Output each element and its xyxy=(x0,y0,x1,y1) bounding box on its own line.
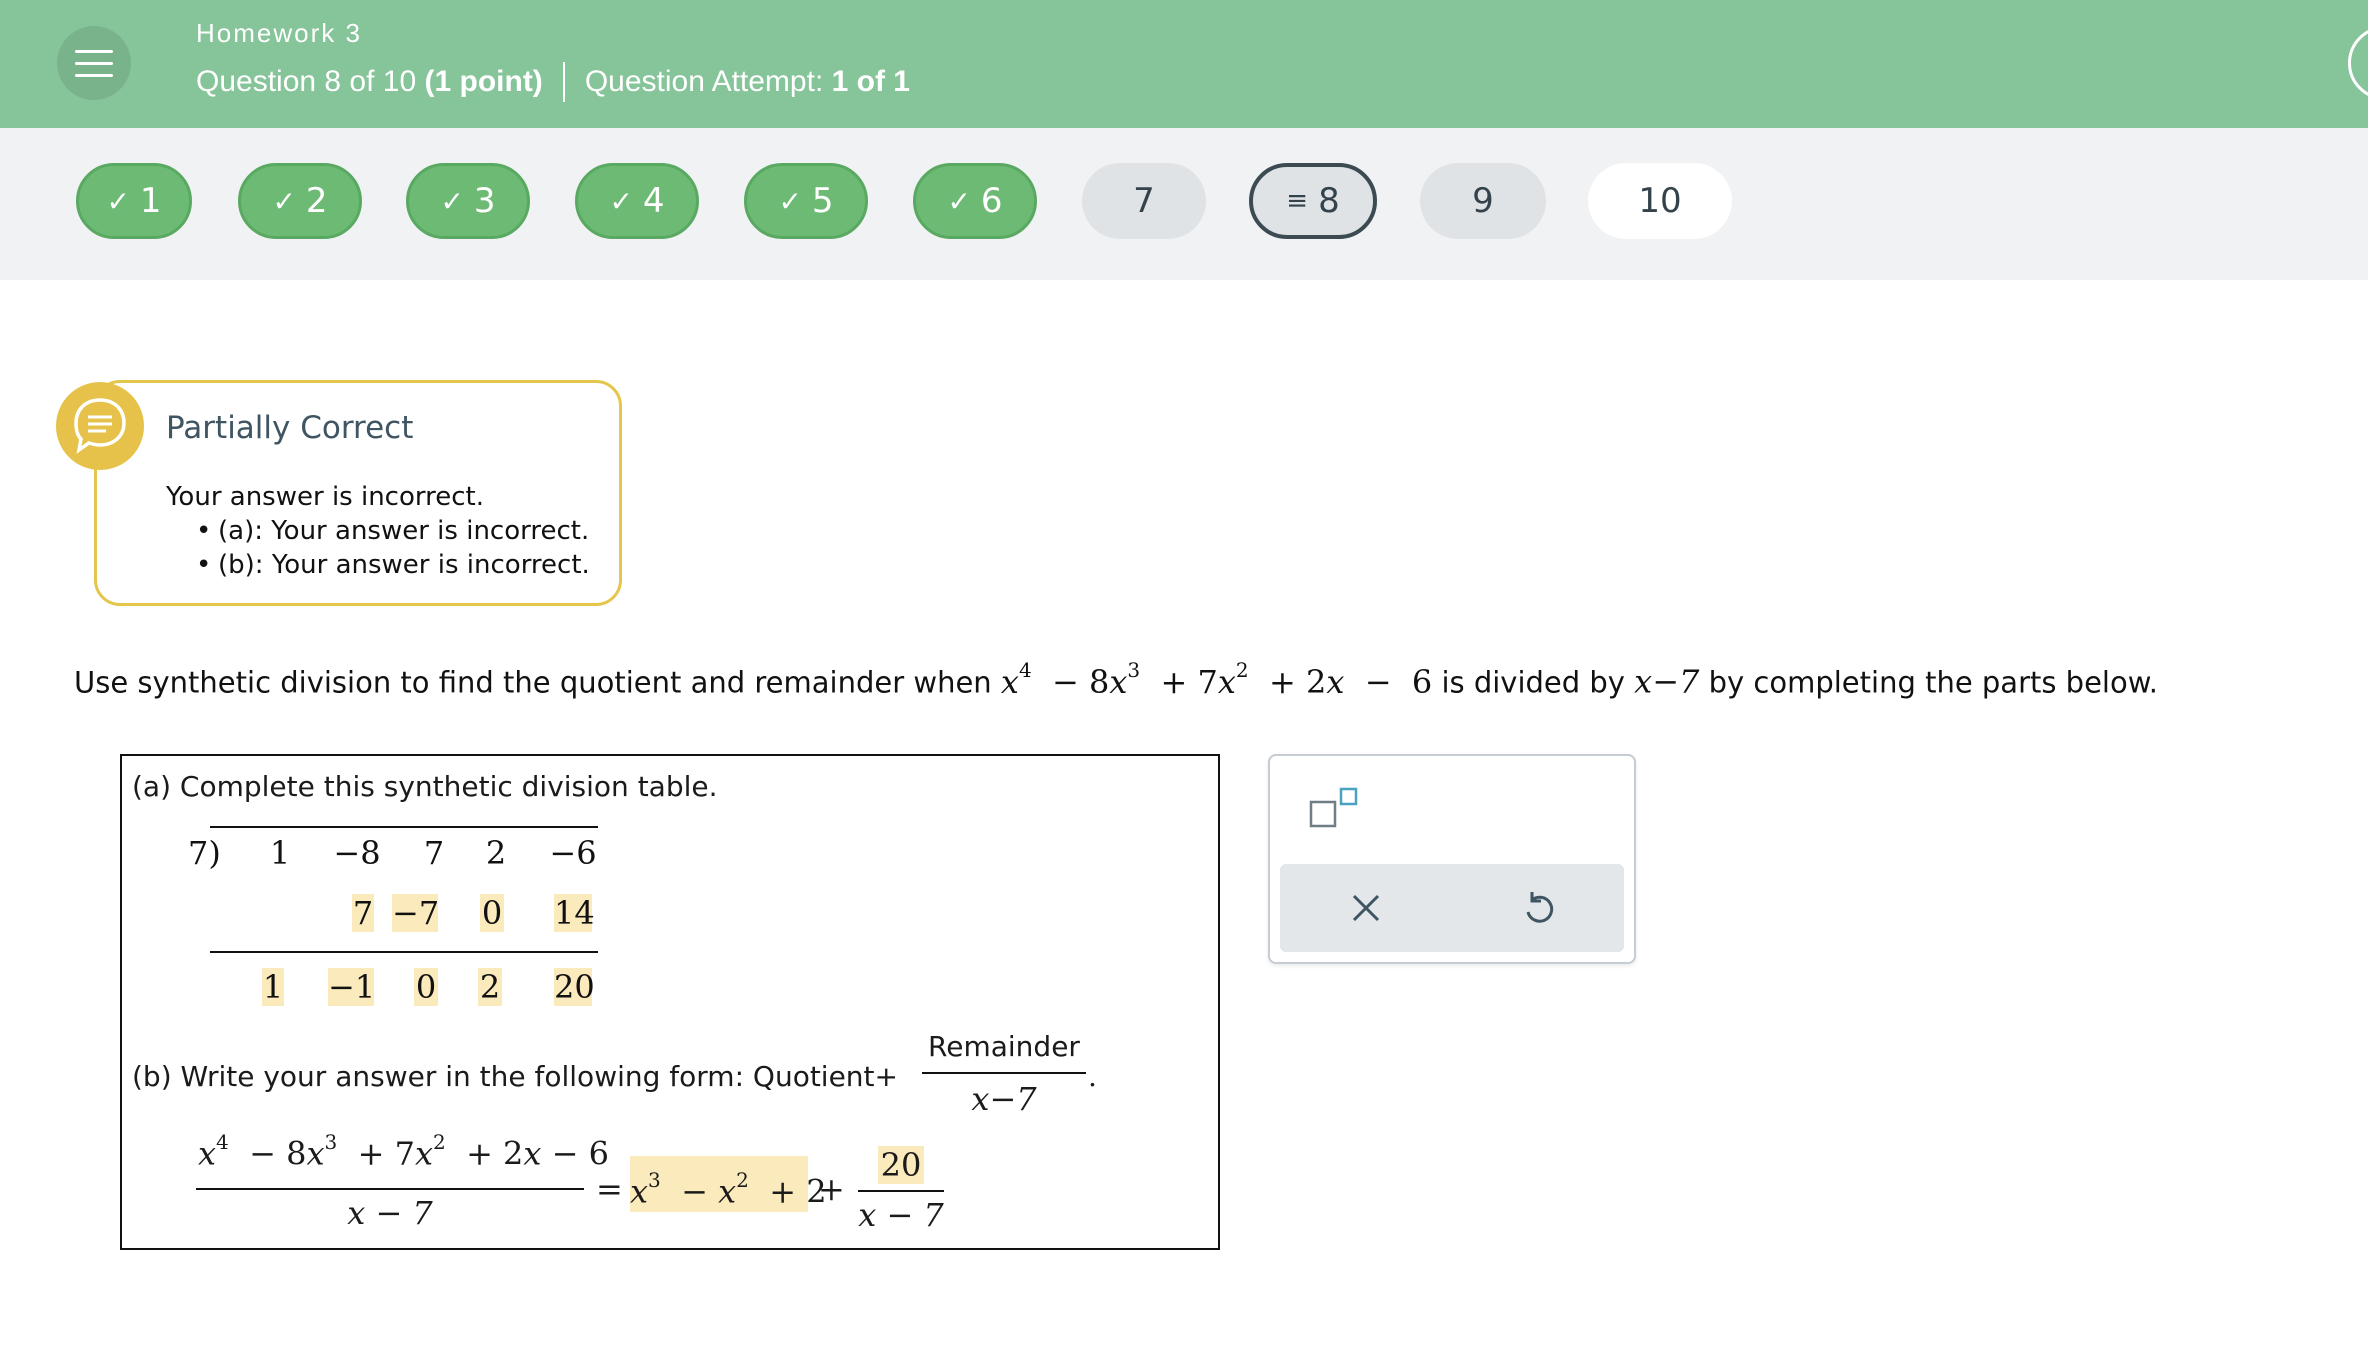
sum-rule xyxy=(210,951,598,953)
question-button-2[interactable]: ✓ 2 xyxy=(238,163,362,239)
divisor: 7) xyxy=(188,834,221,872)
check-icon: ✓ xyxy=(440,184,464,218)
chat-bubble-icon xyxy=(56,382,144,470)
answer-cell[interactable]: 0 xyxy=(414,968,438,1006)
form-fraction-bar xyxy=(922,1072,1086,1074)
check-icon: ✓ xyxy=(106,184,130,218)
divider xyxy=(562,62,565,102)
remainder-denominator: x − 7 xyxy=(858,1196,944,1234)
plus-sign: + xyxy=(818,1170,845,1208)
tool-action-bar xyxy=(1280,864,1624,952)
quotient-answer[interactable]: x3 − x2 + 2 xyxy=(630,1156,827,1212)
equals-sign: = xyxy=(596,1170,623,1208)
form-numerator: Remainder xyxy=(928,1030,1080,1063)
superscript-icon[interactable] xyxy=(1308,786,1362,835)
question-number: 8 xyxy=(1318,181,1340,221)
coefficient: −6 xyxy=(549,834,597,872)
question-button-1[interactable]: ✓ 1 xyxy=(76,163,192,239)
question-number: 5 xyxy=(811,181,834,221)
undo-icon[interactable] xyxy=(1518,886,1560,935)
lhs-numerator: x4 − 8x3 + 7x2 + 2x − 6 xyxy=(198,1130,609,1173)
feedback-item: (a): Your answer is incorrect. xyxy=(196,516,589,546)
question-button-3[interactable]: ✓ 3 xyxy=(406,163,530,239)
answer-cell[interactable]: 7 xyxy=(352,894,374,932)
question-button-7[interactable]: 7 xyxy=(1082,163,1206,239)
coefficient: 1 xyxy=(269,834,291,872)
answer-cell[interactable]: 1 xyxy=(262,968,284,1006)
check-icon: ✓ xyxy=(272,184,296,218)
menu-icon[interactable] xyxy=(57,26,131,100)
coefficient: −8 xyxy=(333,834,381,872)
assignment-title: Homework 3 xyxy=(196,18,362,48)
answer-cell[interactable]: −1 xyxy=(328,968,375,1006)
question-button-9[interactable]: 9 xyxy=(1420,163,1546,239)
question-number: 3 xyxy=(473,181,496,221)
question-number: 2 xyxy=(305,181,328,221)
feedback-title: Partially Correct xyxy=(166,410,414,446)
question-button-4[interactable]: ✓ 4 xyxy=(575,163,699,239)
answer-cell[interactable]: 2 xyxy=(478,968,502,1006)
statement-prefix: Use synthetic division to find the quoti… xyxy=(74,665,992,700)
coefficient: 2 xyxy=(485,834,507,872)
answer-cell[interactable]: 0 xyxy=(480,894,504,932)
top-rule xyxy=(210,826,598,828)
lines-icon: ≡ xyxy=(1286,186,1309,216)
statement-suffix: by completing the parts below. xyxy=(1708,665,2159,700)
statement-divisor: x−7 xyxy=(1634,662,1700,701)
coefficient: 7 xyxy=(423,834,445,872)
question-button-6[interactable]: ✓ 6 xyxy=(913,163,1037,239)
check-icon: ✓ xyxy=(778,184,802,218)
part-b-label: (b) Write your answer in the following f… xyxy=(132,1060,898,1093)
polynomial: x4 − 8x3 + 7x2 + 2x − 6 xyxy=(1000,658,1433,701)
remainder-answer[interactable]: 20 xyxy=(878,1146,924,1184)
question-points: (1 point) xyxy=(424,65,543,98)
question-navigation: ✓ 1 ✓ 2 ✓ 3 ✓ 4 ✓ 5 ✓ 6 7 ≡ 8 9 10 xyxy=(0,128,2368,280)
feedback-message: Your answer is incorrect. xyxy=(166,482,484,512)
statement-middle: is divided by xyxy=(1441,665,1625,700)
question-number: 7 xyxy=(1133,181,1155,221)
question-number: 1 xyxy=(139,181,162,221)
check-icon: ✓ xyxy=(609,184,633,218)
period: . xyxy=(1088,1060,1097,1093)
question-number: 6 xyxy=(980,181,1003,221)
answer-cell[interactable]: 14 xyxy=(554,894,595,932)
attempt-value: 1 of 1 xyxy=(831,65,910,98)
attempt-label: Question Attempt: xyxy=(584,65,824,98)
form-denominator: x−7 xyxy=(971,1080,1037,1118)
question-number: 9 xyxy=(1472,181,1494,221)
question-button-8[interactable]: ≡ 8 xyxy=(1249,163,1377,239)
question-button-5[interactable]: ✓ 5 xyxy=(744,163,868,239)
close-icon[interactable] xyxy=(1346,886,1386,935)
user-menu-icon[interactable] xyxy=(2348,26,2368,100)
check-icon: ✓ xyxy=(947,184,971,218)
lhs-fraction-bar xyxy=(196,1188,584,1190)
question-counter: Question 8 of 10 xyxy=(196,65,417,98)
lhs-denominator: x − 7 xyxy=(347,1194,433,1232)
part-a-label: (a) Complete this synthetic division tab… xyxy=(132,770,718,803)
problem-statement: Use synthetic division to find the quoti… xyxy=(74,658,2159,701)
question-button-10[interactable]: 10 xyxy=(1588,163,1732,239)
question-number: 4 xyxy=(642,181,665,221)
remainder-fraction-bar xyxy=(858,1190,944,1192)
answer-cell[interactable]: 20 xyxy=(554,968,595,1006)
question-info: Question 8 of 10 (1 point) Question Atte… xyxy=(196,62,910,102)
question-number: 10 xyxy=(1638,181,1682,221)
feedback-item: (b): Your answer is incorrect. xyxy=(196,550,590,580)
answer-cell[interactable]: −7 xyxy=(392,894,439,932)
top-header: Homework 3 Question 8 of 10 (1 point) Qu… xyxy=(0,0,2368,128)
